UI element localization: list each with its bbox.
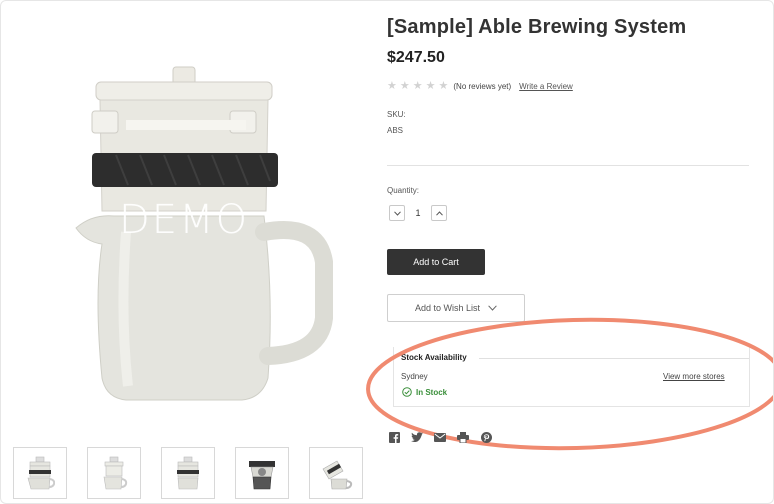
star-icon: ★ [399, 80, 410, 92]
rating-row: ★ ★ ★ ★ ★ (No reviews yet) Write a Revie… [387, 81, 573, 92]
quantity-stepper: 1 [389, 205, 447, 221]
chevron-down-icon [488, 305, 497, 311]
thumbnail-1[interactable] [13, 447, 67, 499]
star-icon: ★ [387, 80, 397, 92]
divider [479, 358, 749, 359]
quantity-label: Quantity: [387, 186, 420, 195]
twitter-icon[interactable] [411, 431, 423, 443]
star-icon: ★ [425, 80, 436, 92]
thumbnail-strip [13, 447, 363, 499]
product-page: DEMO [Sample] Able Brewing System $247.5… [0, 0, 774, 504]
chevron-down-icon [393, 210, 401, 216]
email-icon[interactable] [434, 431, 446, 443]
chevron-up-icon [435, 210, 443, 216]
product-price: $247.50 [387, 49, 445, 66]
add-to-cart-button[interactable]: Add to Cart [387, 249, 485, 275]
quantity-increase-button[interactable] [431, 205, 447, 221]
share-icons [388, 431, 492, 443]
stock-availability-title: Stock Availability [401, 353, 467, 362]
thumbnail-5[interactable] [309, 447, 363, 499]
wishlist-label: Add to Wish List [414, 303, 481, 313]
product-title: [Sample] Able Brewing System [387, 16, 687, 38]
view-more-stores-link[interactable]: View more stores [663, 372, 725, 381]
quantity-input[interactable]: 1 [405, 208, 431, 218]
sku-value: ABS [387, 126, 404, 135]
in-stock-status: In Stock [402, 387, 447, 397]
divider [387, 165, 749, 166]
in-stock-label: In Stock [416, 387, 448, 397]
thumbnail-3[interactable] [161, 447, 215, 499]
pinterest-icon[interactable] [480, 431, 492, 443]
star-icon: ★ [412, 80, 423, 92]
write-review-link[interactable]: Write a Review [519, 82, 573, 91]
store-name: Sydney [401, 372, 428, 381]
star-icon: ★ [438, 80, 449, 92]
sku-label: SKU: [387, 110, 406, 119]
print-icon[interactable] [457, 431, 469, 443]
quantity-decrease-button[interactable] [389, 205, 405, 221]
demo-watermark: DEMO [119, 197, 250, 243]
facebook-icon[interactable] [388, 431, 400, 443]
check-circle-icon [402, 387, 412, 397]
thumbnail-4[interactable] [235, 447, 289, 499]
reviews-count: (No reviews yet) [453, 82, 512, 91]
thumbnail-2[interactable] [87, 447, 141, 499]
add-to-wishlist-button[interactable]: Add to Wish List [387, 294, 525, 322]
